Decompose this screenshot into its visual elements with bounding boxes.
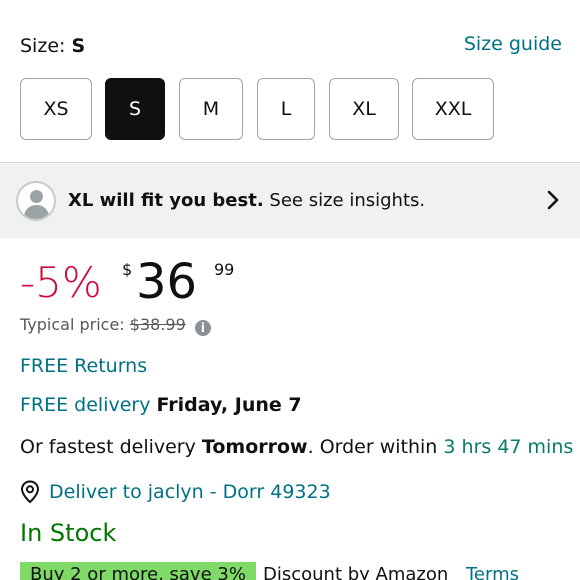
person-avatar-icon <box>16 181 56 221</box>
typical-price: Typical price: $38.99 i <box>20 315 211 336</box>
size-option-xxl[interactable]: XXL <box>412 78 494 140</box>
price-fraction: 99 <box>214 260 235 279</box>
size-guide-link[interactable]: Size guide <box>464 33 562 55</box>
price-block: -5% $ 36 99 <box>20 254 420 310</box>
price-currency-symbol: $ <box>122 260 133 279</box>
free-returns-link[interactable]: FREE Returns <box>20 355 147 377</box>
typical-price-value: $38.99 <box>129 315 186 334</box>
free-delivery-link[interactable]: FREE delivery <box>20 394 150 416</box>
fastest-delivery-prefix: Or fastest delivery <box>20 436 196 458</box>
typical-price-label: Typical price: <box>20 315 125 334</box>
order-within-text: . Order within <box>307 436 438 458</box>
order-countdown: 3 hrs 47 mins <box>443 436 574 458</box>
size-insight-banner[interactable]: XL will fit you best. See size insights. <box>0 162 580 238</box>
promo-text: Discount by Amazon <box>263 564 449 580</box>
promo-terms-link[interactable]: Terms <box>466 564 519 580</box>
size-insight-rest: See size insights. <box>269 190 426 211</box>
size-option-l[interactable]: L <box>257 78 315 140</box>
location-pin-icon <box>20 480 40 504</box>
size-insight-bold: XL will fit you best. <box>68 190 264 211</box>
discount-percent: -5% <box>20 258 102 307</box>
promo-badge: Buy 2 or more, save 3% <box>20 562 256 580</box>
selected-size-value: S <box>71 35 86 57</box>
deliver-to-link[interactable]: Deliver to jaclyn - Dorr 49323 <box>49 481 331 503</box>
size-insight-text: XL will fit you best. See size insights. <box>68 190 425 211</box>
size-option-xl[interactable]: XL <box>329 78 399 140</box>
size-option-s[interactable]: S <box>105 78 165 140</box>
fastest-delivery-line: Or fastest delivery Tomorrow. Order with… <box>20 436 573 458</box>
stock-status: In Stock <box>20 519 117 547</box>
size-option-m[interactable]: M <box>179 78 243 140</box>
fastest-delivery-day: Tomorrow <box>201 436 308 458</box>
size-option-xs[interactable]: XS <box>20 78 92 140</box>
delivery-date: Friday, June 7 <box>156 394 302 416</box>
size-label: Size: S <box>20 35 86 57</box>
free-delivery-line: FREE delivery Friday, June 7 <box>20 394 302 416</box>
size-header: Size: S Size guide <box>20 33 562 61</box>
price-whole: 36 <box>136 254 198 310</box>
info-icon[interactable]: i <box>194 320 211 336</box>
chevron-right-icon <box>547 190 559 210</box>
